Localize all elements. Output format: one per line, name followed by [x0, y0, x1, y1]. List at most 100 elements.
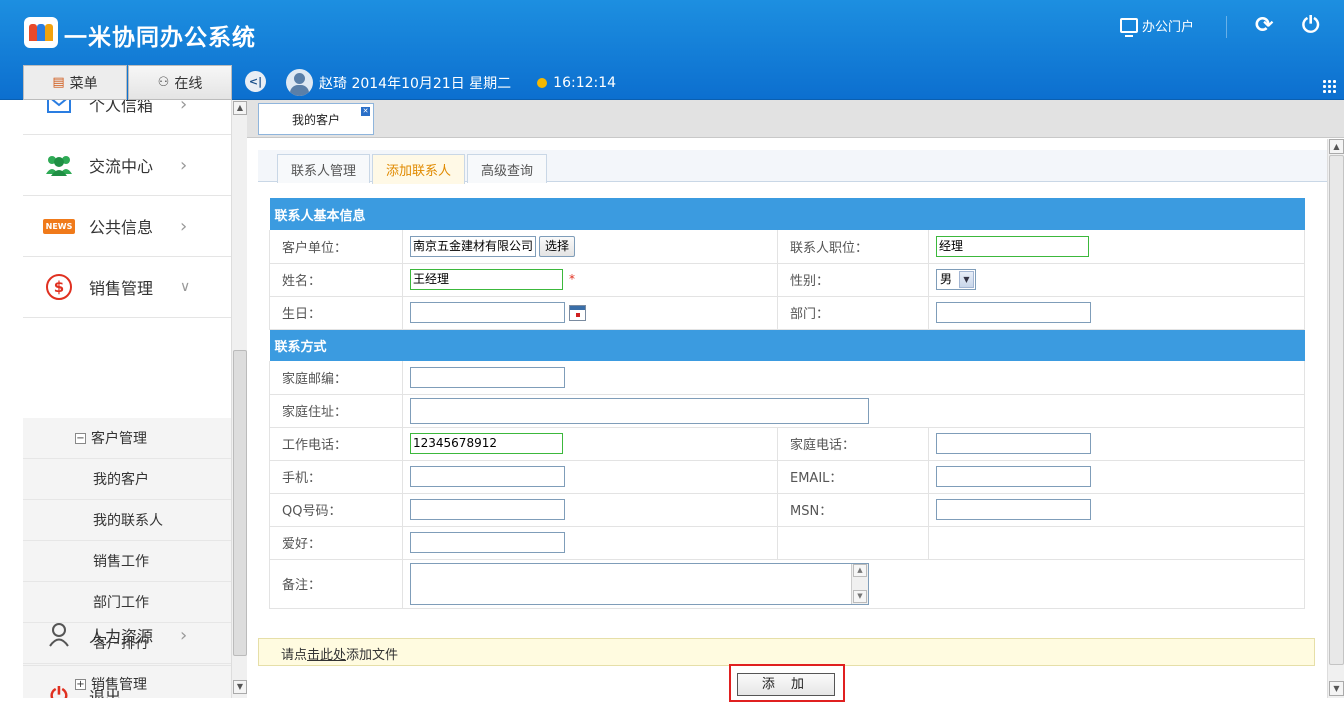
upload-bar: 请点击此处添加文件	[258, 638, 1315, 666]
form-row: QQ号码： MSN：	[269, 493, 1306, 527]
form-row: 爱好：	[269, 526, 1306, 560]
tab-contact-management[interactable]: 联系人管理	[277, 154, 370, 183]
scroll-down-arrow[interactable]: ▼	[853, 589, 867, 603]
upload-suffix: 添加文件	[346, 648, 399, 663]
page-body: 联系人管理 添加联系人 高级查询 联系人基本信息 客户单位： 南京五金建材有限公…	[247, 139, 1327, 702]
name-label: 姓名：	[269, 263, 403, 297]
scroll-up-arrow[interactable]: ▲	[1329, 139, 1344, 154]
current-time: 16:12:14	[553, 74, 617, 91]
section-header: 联系方式	[269, 329, 1305, 361]
tab-online[interactable]: ⚇ 在线	[128, 65, 232, 100]
sidebar-item-hr[interactable]: 人力资源 ›	[23, 605, 231, 666]
textarea-scrollbar[interactable]: ▲ ▼	[851, 563, 868, 604]
form-row: 备注： ▲ ▼	[269, 559, 1306, 609]
document-icon: ▤	[52, 75, 65, 90]
form-row: 客户单位： 南京五金建材有限公司 选择 联系人职位： 经理	[269, 230, 1306, 264]
power-icon: ⏻	[50, 683, 68, 699]
content-scrollbar[interactable]: ▲ ▼	[1327, 139, 1344, 698]
hobby-field[interactable]	[410, 532, 565, 553]
birthday-field[interactable]	[410, 302, 565, 323]
gender-select[interactable]: 男 ▼	[936, 269, 976, 290]
form-row: 手机： EMAIL：	[269, 460, 1306, 494]
section-header: 联系人基本信息	[269, 198, 1305, 230]
submenu-item[interactable]: 我的联系人	[23, 500, 231, 541]
current-date: 2014年10月21日 星期二	[351, 75, 512, 92]
work-phone-label: 工作电话：	[269, 427, 403, 461]
submenu-item[interactable]: 我的客户	[23, 459, 231, 500]
app-title: 一米协同办公系统	[64, 25, 256, 51]
msn-label: MSN：	[777, 493, 929, 527]
collapse-sidebar-button[interactable]: <|	[245, 71, 266, 92]
collapse-icon: −	[75, 432, 86, 444]
sidebar-item-sales[interactable]: $ 销售管理 ∨	[23, 257, 231, 318]
person-icon	[44, 623, 74, 647]
home-address-label: 家庭住址：	[269, 394, 403, 428]
upload-prefix: 请点	[281, 648, 308, 663]
position-field[interactable]: 经理	[936, 235, 1089, 257]
app-header: 一米协同办公系统 办公门户 ⟳ ⏻ ▤ 菜单 ⚇ 在线 <| 赵琦 2014年1…	[0, 0, 1344, 100]
tab-online-label: 在线	[174, 75, 203, 92]
form-row: 家庭邮编：	[269, 361, 1306, 395]
remark-textarea[interactable]: ▲ ▼	[410, 562, 869, 605]
tab-advanced-search[interactable]: 高级查询	[467, 154, 547, 183]
email-field[interactable]	[936, 466, 1091, 487]
add-button[interactable]: 添 加	[737, 673, 835, 696]
qq-label: QQ号码：	[269, 493, 403, 527]
submenu-group-customer[interactable]: − 客户管理	[23, 418, 231, 459]
company-label: 客户单位：	[269, 230, 403, 264]
section-title: 联系人基本信息	[269, 198, 1305, 230]
sidebar-item-label: 销售管理	[89, 279, 154, 298]
office-portal-link[interactable]: 办公门户	[1120, 16, 1195, 37]
chevron-right-icon: ›	[180, 215, 188, 237]
power-icon[interactable]: ⏻	[1302, 14, 1319, 38]
msn-field[interactable]	[936, 499, 1091, 520]
tab-menu[interactable]: ▤ 菜单	[23, 65, 127, 100]
add-file-link[interactable]: 击此处	[307, 648, 346, 663]
refresh-icon[interactable]: ⟳	[1255, 14, 1273, 38]
home-address-field[interactable]	[410, 397, 869, 424]
mail-icon	[44, 100, 74, 113]
calendar-icon[interactable]	[569, 304, 586, 321]
dollar-icon: $	[44, 274, 74, 300]
remark-label: 备注：	[269, 559, 403, 609]
portal-label: 办公门户	[1142, 20, 1195, 35]
scroll-down-arrow[interactable]: ▼	[1329, 681, 1344, 696]
sidebar-item-logout[interactable]: ⏻ 退出	[23, 666, 231, 699]
sidebar-item-communication[interactable]: 交流中心 ›	[23, 135, 231, 196]
contact-form: 联系人基本信息 客户单位： 南京五金建材有限公司 选择 联系人职位： 经理 姓名：…	[269, 198, 1306, 609]
scrollbar-thumb[interactable]	[1329, 155, 1344, 665]
document-tab-strip: 我的客户 ✕	[247, 100, 1344, 138]
select-company-button[interactable]: 选择	[539, 235, 576, 257]
monitor-icon	[1120, 18, 1138, 37]
chevron-right-icon: ›	[180, 154, 188, 176]
home-zip-field[interactable]	[410, 366, 565, 388]
company-field[interactable]: 南京五金建材有限公司	[410, 235, 536, 257]
tab-add-contact[interactable]: 添加联系人	[372, 154, 465, 184]
scroll-up-arrow[interactable]: ▲	[233, 101, 247, 115]
scroll-up-arrow[interactable]: ▲	[853, 563, 867, 577]
home-phone-field[interactable]	[936, 433, 1091, 454]
apps-grid-icon[interactable]	[1322, 79, 1338, 95]
name-field[interactable]: 王经理	[410, 269, 563, 290]
sidebar-item-public-info[interactable]: NEWS 公共信息 ›	[23, 196, 231, 257]
tab-menu-label: 菜单	[69, 75, 98, 92]
close-icon[interactable]: ✕	[361, 107, 370, 116]
gender-value: 男	[940, 272, 953, 286]
form-row: 工作电话： 12345678912 家庭电话：	[269, 427, 1306, 461]
sidebar-item-label: 公共信息	[89, 218, 154, 237]
header-divider	[1226, 16, 1227, 38]
home-phone-label: 家庭电话：	[777, 427, 929, 461]
app-logo	[24, 17, 58, 48]
scrollbar-thumb[interactable]	[233, 350, 247, 656]
submenu-item[interactable]: 销售工作	[23, 541, 231, 582]
form-row: 生日： 部门：	[269, 296, 1306, 330]
tab-my-customers[interactable]: 我的客户 ✕	[258, 103, 374, 135]
scroll-down-arrow[interactable]: ▼	[233, 680, 247, 694]
department-field[interactable]	[936, 302, 1091, 323]
sidebar-item-mail[interactable]: 个人信箱 ›	[23, 100, 231, 135]
sidebar-scrollbar[interactable]: ▲ ▼	[231, 100, 247, 698]
mobile-field[interactable]	[410, 466, 565, 487]
form-row: 家庭住址：	[269, 394, 1306, 428]
work-phone-field[interactable]: 12345678912	[410, 433, 563, 454]
qq-field[interactable]	[410, 499, 565, 520]
